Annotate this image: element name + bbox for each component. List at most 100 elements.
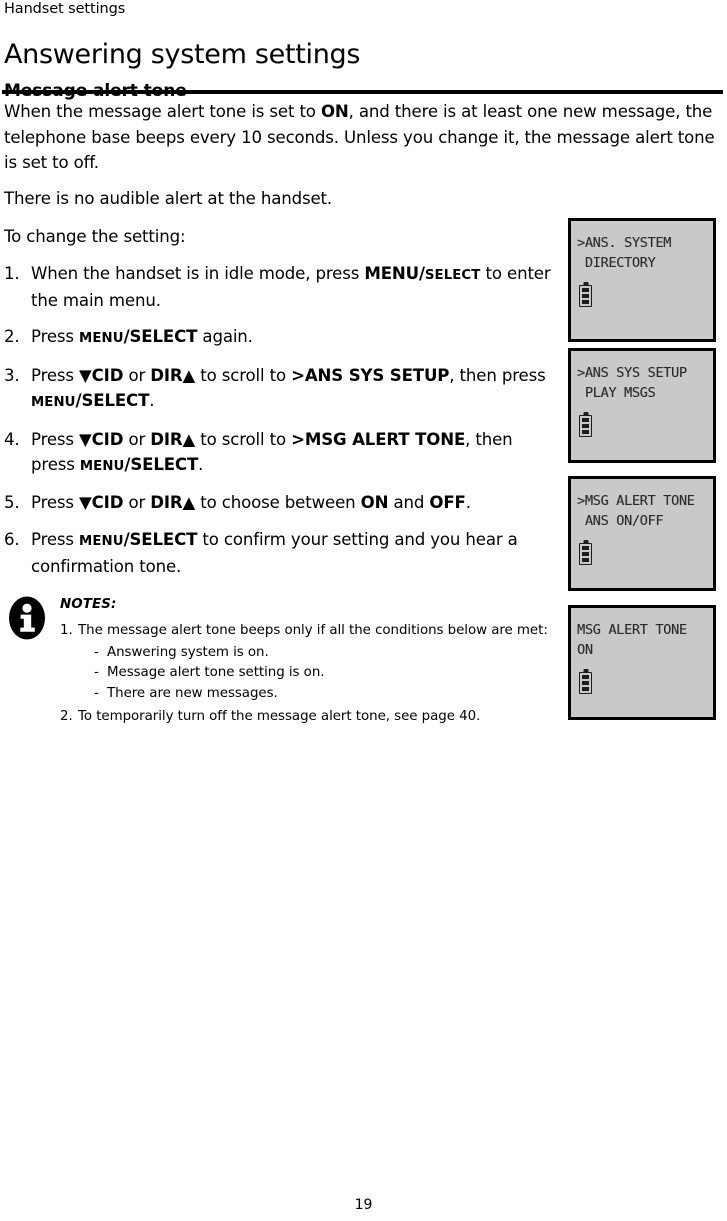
step-item: 6. Press MENU/SELECT to confirm your sett… <box>4 527 552 580</box>
lcd-text-area: >MSG ALERT TONE ANS ON/OFF <box>571 479 713 531</box>
note-number: 2. <box>60 709 73 724</box>
step-keyword: OFF <box>429 493 466 513</box>
step-number: 5. <box>4 493 20 513</box>
step-text: Press <box>31 429 80 449</box>
battery-segment <box>581 287 590 292</box>
steps-list: 1. When the handset is in idle mode, pres… <box>4 261 552 580</box>
step-item: 1. When the handset is in idle mode, pres… <box>4 261 552 314</box>
step-text: or <box>123 429 151 449</box>
step-item: 4. Press ▼CID or DIR▲ to scroll to >MSG A… <box>4 427 552 480</box>
step-keyword: ON <box>360 493 389 513</box>
step-text: or <box>123 365 151 385</box>
step-text: Press <box>31 493 80 513</box>
notes-list: 1. The message alert tone beeps only if a… <box>60 621 552 728</box>
battery-segment <box>581 551 590 556</box>
note-conditions-list: - Answering system is on. - Message alert t… <box>78 643 552 705</box>
lcd-screen: >MSG ALERT TONE ANS ON/OFF <box>568 476 716 591</box>
note-condition-item: - Message alert tone setting is on. <box>94 663 552 684</box>
battery-nub <box>583 281 588 285</box>
step-keyword-smallcaps: MENU <box>31 395 76 411</box>
intro-paragraphs: When the message alert tone is set to ON… <box>4 99 722 221</box>
notes-body: NOTES: 1. The message alert tone beeps on… <box>60 596 552 728</box>
step-keyword: DIR▲ <box>150 429 196 449</box>
condition-dash: - <box>94 665 99 680</box>
step-text: or <box>123 493 151 513</box>
step-item: 2. Press MENU/SELECT again. <box>4 324 552 351</box>
lcd-line: >ANS. SYSTEM <box>577 235 672 251</box>
lcd-screen: MSG ALERT TONE ON <box>568 605 716 720</box>
step-keyword: DIR▲ <box>150 493 196 513</box>
heading-divider <box>2 90 723 94</box>
lcd-text-area: MSG ALERT TONE ON <box>571 608 713 660</box>
battery-segment <box>581 686 590 691</box>
note-item: 1. The message alert tone beeps only if a… <box>60 621 552 704</box>
lcd-text-area: >ANS. SYSTEM DIRECTORY <box>571 221 713 273</box>
lcd-line: ANS ON/OFF <box>577 512 664 529</box>
step-keyword: MENU/ <box>364 263 425 283</box>
step-text: to scroll to <box>195 429 292 449</box>
step-number: 2. <box>4 327 20 347</box>
note-text: The message alert tone beeps only if all… <box>78 623 548 638</box>
lcd-text-area: >ANS SYS SETUP PLAY MSGS <box>571 351 713 403</box>
battery-icon <box>579 281 592 307</box>
step-keyword: /SELECT <box>124 454 199 474</box>
step-keyword: /SELECT <box>123 327 198 347</box>
step-text: , then press <box>449 365 546 385</box>
battery-segment <box>581 674 590 679</box>
step-number: 4. <box>4 429 20 449</box>
battery-icon <box>579 668 592 694</box>
notes-title: NOTES: <box>60 597 117 612</box>
step-keyword-smallcaps: MENU <box>79 533 124 549</box>
condition-text: Message alert tone setting is on. <box>107 665 325 680</box>
note-text: To temporarily turn off the message aler… <box>78 709 481 724</box>
step-keyword-smallcaps: SELECT <box>424 267 481 283</box>
battery-nub <box>583 539 588 543</box>
step-text: . <box>149 391 155 411</box>
step-text: and <box>388 493 430 513</box>
battery-nub <box>583 668 588 672</box>
step-text: Press <box>31 365 80 385</box>
lead-in-text: To change the setting: <box>4 227 186 246</box>
step-keyword: ▼CID <box>79 493 124 513</box>
battery-segment <box>581 545 590 550</box>
step-item: 5. Press ▼CID or DIR▲ to choose between O… <box>4 490 552 515</box>
step-text: again. <box>197 327 253 347</box>
lcd-screen: >ANS. SYSTEM DIRECTORY <box>568 218 716 342</box>
step-keyword-smallcaps: MENU <box>79 331 124 347</box>
condition-dash: - <box>94 685 99 701</box>
step-text: Press <box>31 327 80 347</box>
battery-segment <box>581 417 590 422</box>
condition-text: Answering system is on. <box>107 644 269 660</box>
battery-segment <box>581 293 590 298</box>
step-keyword: /SELECT <box>75 391 150 411</box>
step-keyword: DIR▲ <box>150 365 196 385</box>
lcd-line: PLAY MSGS <box>577 384 656 401</box>
manual-page: Handset settings Answering system settin… <box>0 0 727 1221</box>
note-item: 2. To temporarily turn off the message al… <box>60 707 552 728</box>
note-number: 1. <box>60 623 73 638</box>
step-keyword: >ANS SYS SETUP <box>291 365 450 385</box>
note-condition-item: - There are new messages. <box>94 684 552 705</box>
step-text: . <box>465 493 471 513</box>
battery-segment <box>581 680 590 685</box>
intro-text-a: When the message alert tone is set to <box>4 102 321 121</box>
intro-on-keyword: ON <box>320 102 349 121</box>
step-keyword-smallcaps: MENU <box>79 458 125 474</box>
step-text: to scroll to <box>195 365 292 385</box>
notes-block: NOTES: 1. The message alert tone beeps on… <box>4 592 552 731</box>
lcd-line: >MSG ALERT TONE <box>577 493 695 509</box>
page-number: 19 <box>354 1197 373 1213</box>
note-condition-item: - Answering system is on. <box>94 643 552 664</box>
battery-nub <box>583 411 588 415</box>
no-audible-paragraph: There is no audible alert at the handset… <box>4 188 333 208</box>
lcd-line: ON <box>577 641 593 658</box>
lcd-line: >ANS SYS SETUP <box>577 365 687 381</box>
battery-icon <box>579 411 592 437</box>
running-head: Handset settings <box>4 1 126 17</box>
step-keyword: ▼CID <box>79 429 124 449</box>
step-text: When the handset is in idle mode, press <box>31 263 365 283</box>
page-title: Answering system settings <box>4 39 361 71</box>
procedure-block: To change the setting: 1. When the handse… <box>4 224 552 591</box>
info-icon <box>8 596 46 640</box>
step-number: 6. <box>4 529 20 549</box>
